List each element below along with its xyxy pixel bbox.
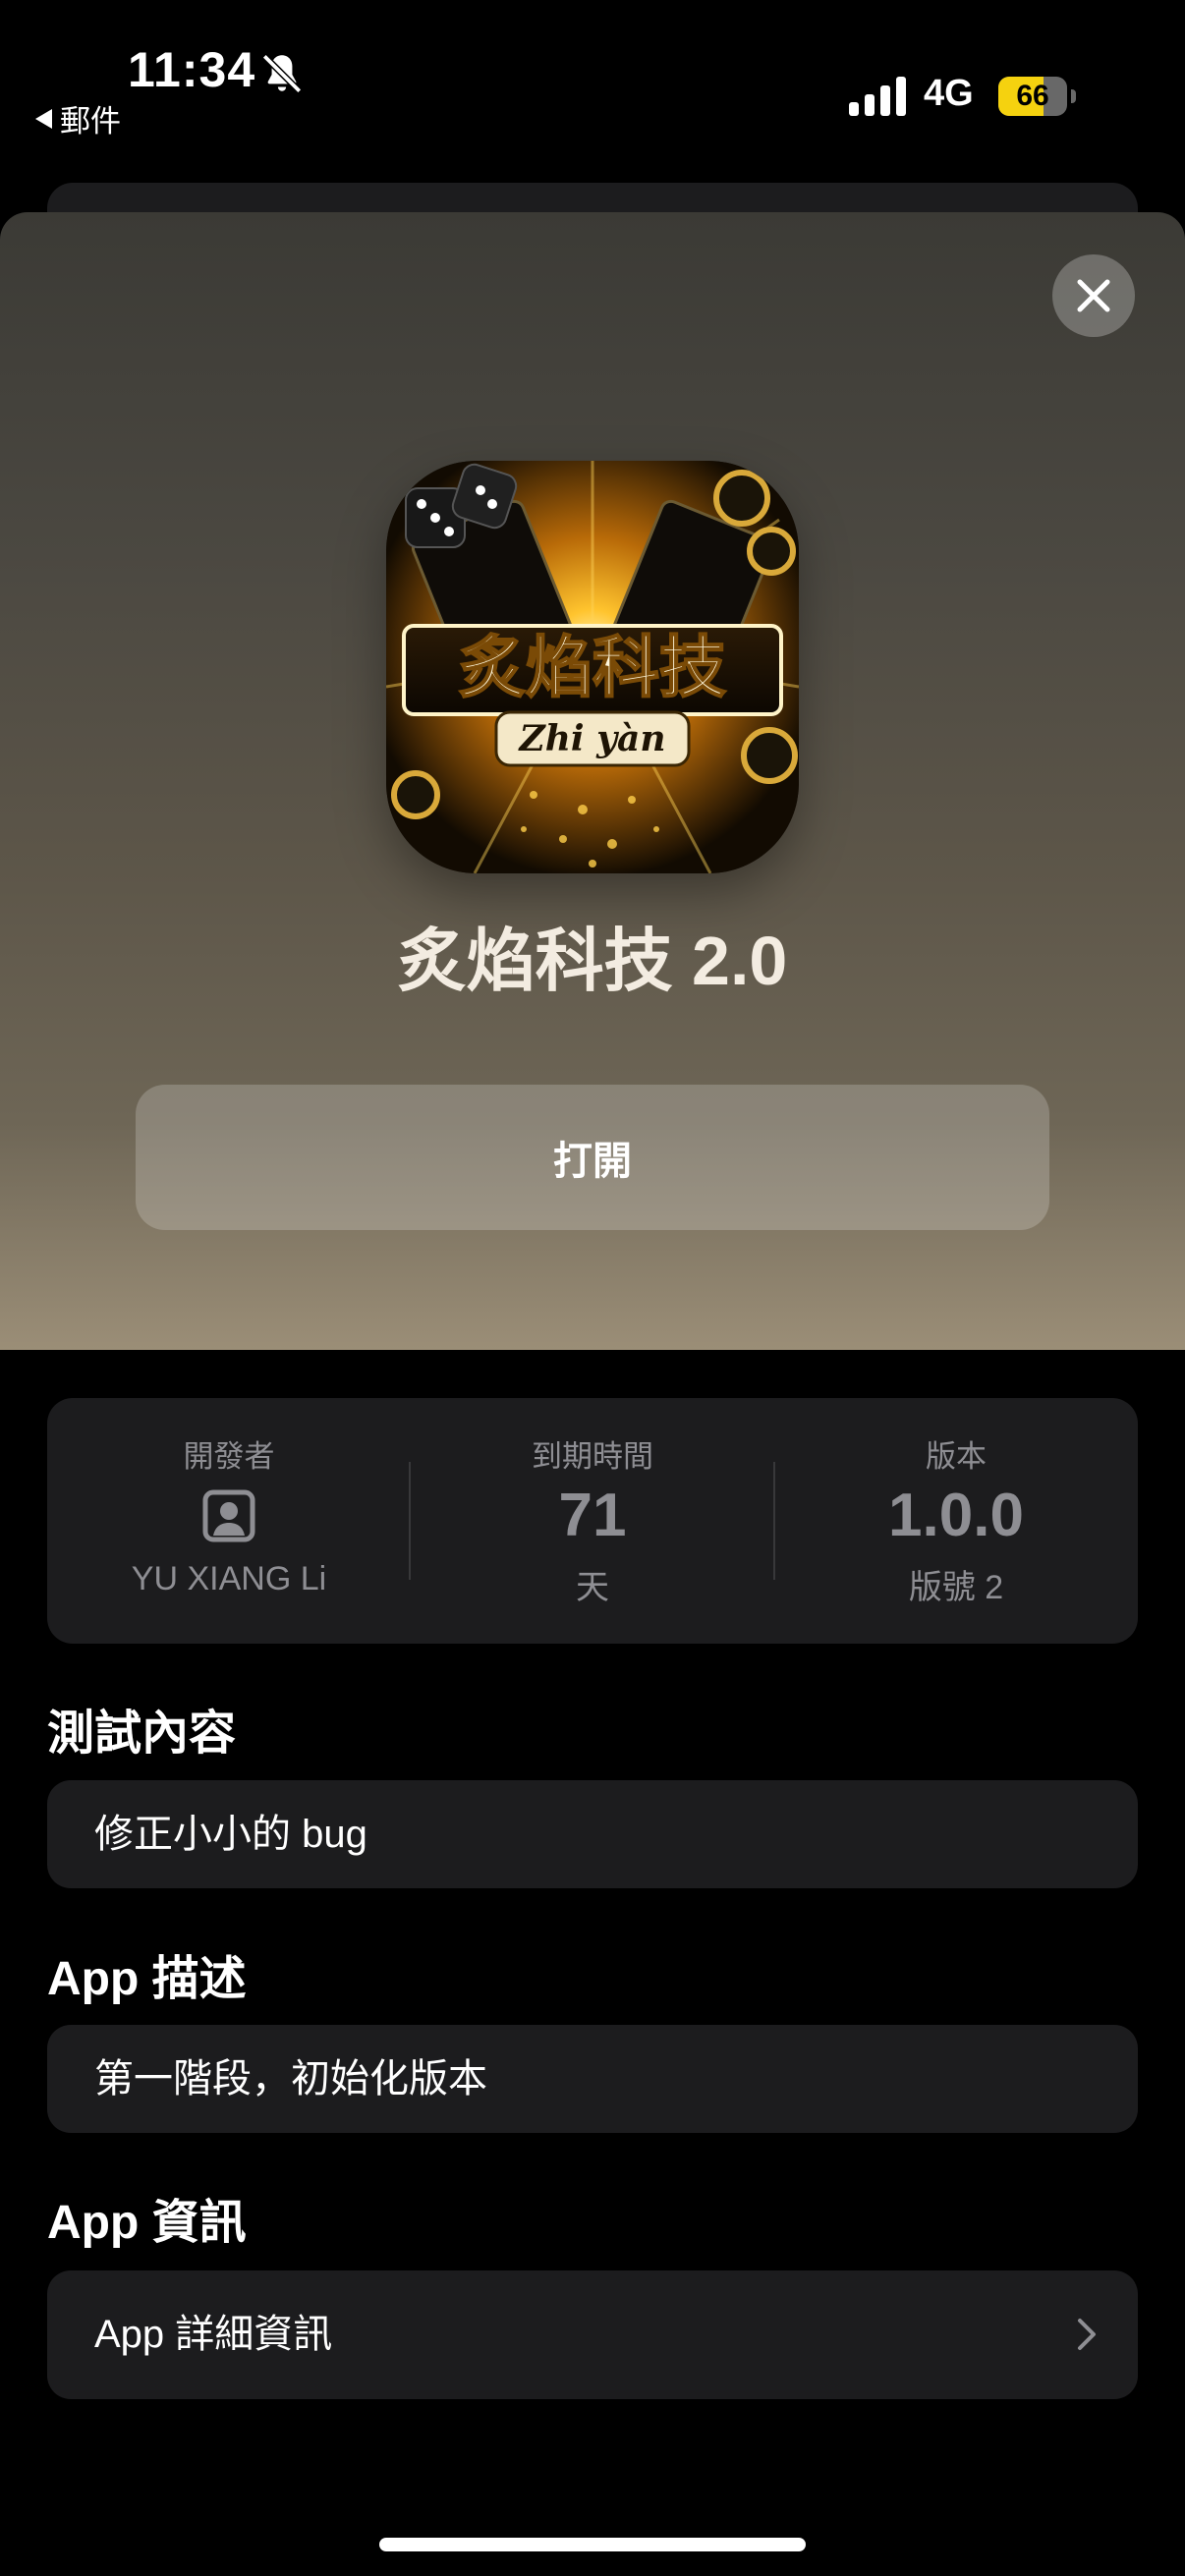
expiry-unit: 天 [576,1569,609,1606]
expiry-column: 到期時間 71 天 [411,1398,774,1644]
app-description-title: App 描述 [47,1953,247,2005]
app-icon: 炙焰科技 Zhi yàn [386,461,799,873]
test-content-title: 測試內容 [47,1708,237,1760]
back-app-label: 郵件 [60,104,121,139]
app-description-text: 第一階段，初始化版本 [94,2057,487,2100]
app-details-label: App 詳細資訊 [94,2313,333,2356]
info-card: 開發者 YU XIANG Li 到期時間 71 天 版本 1.0.0 版號 2 [47,1398,1138,1644]
cellular-signal-icon [849,77,906,116]
back-arrow-icon [35,108,52,129]
home-indicator[interactable] [379,2538,806,2551]
app-icon-title: 炙焰科技 [459,630,726,707]
app-header: 炙焰科技 Zhi yàn 炙焰科技 2.0 打開 [0,212,1185,1350]
app-title: 炙焰科技 2.0 [397,923,788,999]
status-bar: 11:34 郵件 4G 66 [0,0,1185,147]
open-button[interactable]: 打開 [136,1085,1049,1230]
back-to-app-link[interactable]: 郵件 [35,96,121,140]
developer-name: YU XIANG Li [131,1560,327,1597]
app-icon-subtitle: Zhi yàn [517,718,665,759]
expiry-value: 71 [558,1482,627,1549]
version-label: 版本 [926,1439,987,1474]
developer-label: 開發者 [183,1439,275,1474]
close-button[interactable] [1052,254,1135,337]
test-content-card: 修正小小的 bug [47,1780,1138,1888]
app-details-row[interactable]: App 詳細資訊 [47,2270,1138,2399]
close-icon [1077,279,1110,312]
person-icon [202,1489,255,1542]
version-value: 1.0.0 [888,1482,1024,1549]
status-time: 11:34 [128,42,256,97]
build-label: 版號 2 [908,1569,1004,1606]
battery-icon: 66 [998,77,1077,116]
battery-percent: 66 [1016,80,1049,112]
developer-column: 開發者 YU XIANG Li [47,1398,411,1644]
bell-slash-icon [261,53,303,94]
expiry-label: 到期時間 [532,1439,653,1474]
version-column: 版本 1.0.0 版號 2 [774,1398,1138,1644]
app-description-card: 第一階段，初始化版本 [47,2025,1138,2133]
app-info-title: App 資訊 [47,2197,247,2249]
test-content-text: 修正小小的 bug [94,1813,367,1856]
network-type: 4G [924,73,974,114]
chevron-right-icon [1078,2319,1096,2350]
